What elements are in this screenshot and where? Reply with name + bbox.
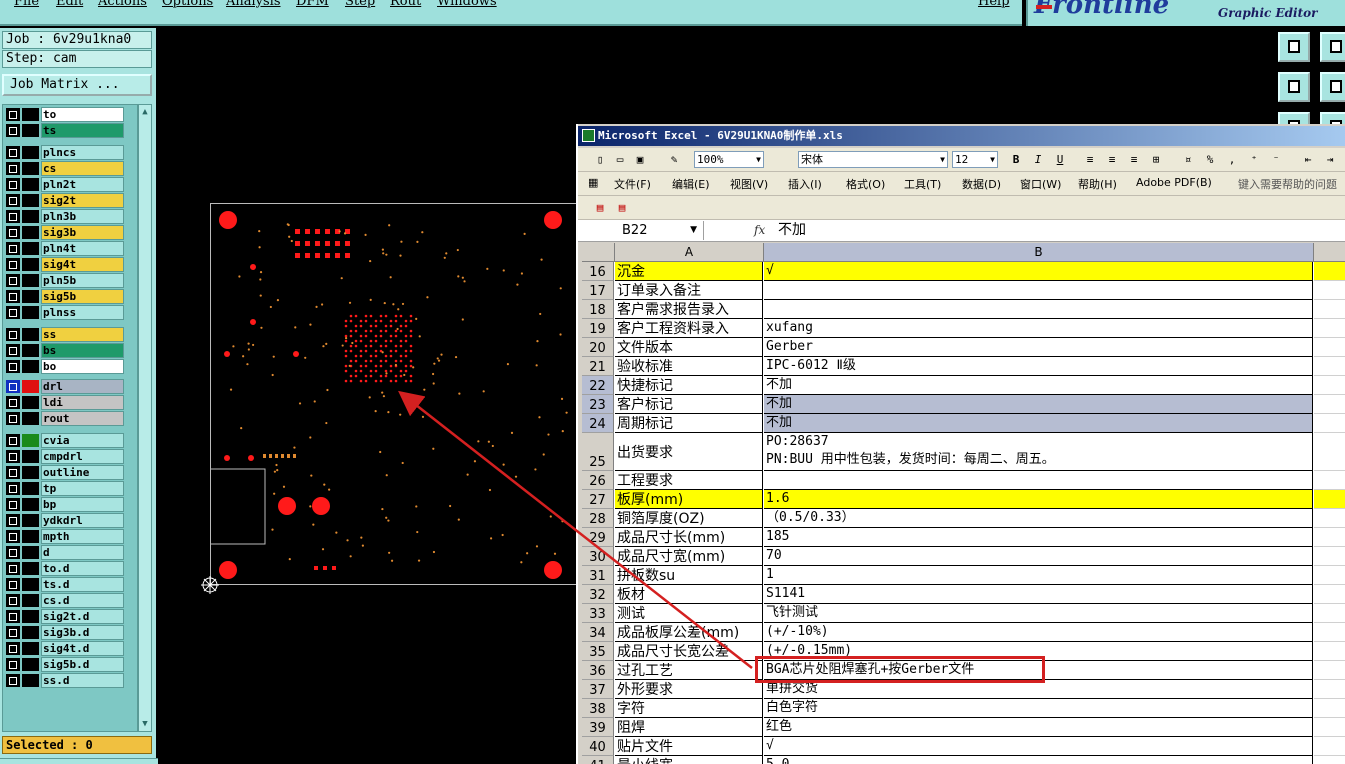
screen: File Edit Actions Options Analysis DFM S… <box>0 0 1345 764</box>
annotation-arrow <box>398 390 753 669</box>
